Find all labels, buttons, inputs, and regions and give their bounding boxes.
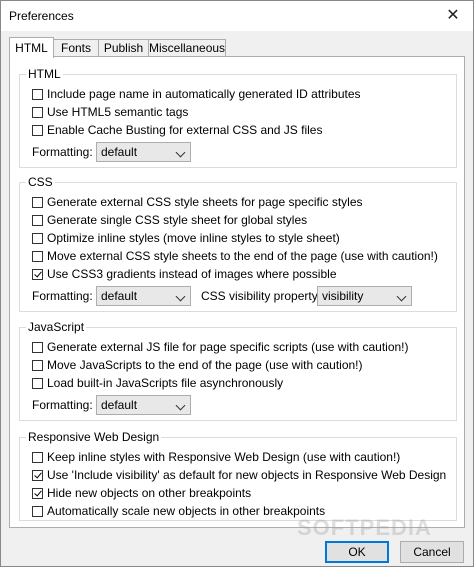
option-keep-inline-styles-rwd[interactable]: Keep inline styles with Responsive Web D… xyxy=(32,449,400,465)
html-tab-panel: HTML Include page name in automatically … xyxy=(9,56,465,528)
option-include-visibility-default[interactable]: Use 'Include visibility' as default for … xyxy=(32,467,446,483)
option-label: Move JavaScripts to the end of the page … xyxy=(47,358,363,372)
move-js-end-checkbox[interactable] xyxy=(32,359,43,371)
load-js-async-checkbox[interactable] xyxy=(32,377,43,389)
option-external-js[interactable]: Generate external JS file for page speci… xyxy=(32,339,409,355)
html-formatting-select[interactable]: default xyxy=(96,142,191,162)
option-label: Generate single CSS style sheet for glob… xyxy=(47,213,308,227)
js-formatting-label: Formatting: xyxy=(32,398,93,412)
option-optimize-inline-styles[interactable]: Optimize inline styles (move inline styl… xyxy=(32,230,340,246)
css-formatting-row: Formatting: default CSS visibility prope… xyxy=(32,285,412,307)
option-label: Keep inline styles with Responsive Web D… xyxy=(47,450,401,464)
auto-scale-objects-checkbox[interactable] xyxy=(32,505,43,517)
html5-semantic-tags-checkbox[interactable] xyxy=(32,106,43,118)
html-group: HTML Include page name in automatically … xyxy=(19,67,457,168)
js-formatting-row: Formatting: default xyxy=(32,394,191,416)
option-external-css-page[interactable]: Generate external CSS style sheets for p… xyxy=(32,194,363,210)
select-value: default xyxy=(101,398,138,412)
single-css-global-checkbox[interactable] xyxy=(32,214,43,226)
chevron-down-icon xyxy=(175,400,186,411)
select-value: visibility xyxy=(322,289,364,303)
external-js-checkbox[interactable] xyxy=(32,341,43,353)
cache-busting-checkbox[interactable] xyxy=(32,124,43,136)
close-icon[interactable]: ✕ xyxy=(441,4,465,28)
window-title: Preferences xyxy=(9,9,74,23)
css-visibility-select[interactable]: visibility xyxy=(317,286,412,306)
tab-miscellaneous[interactable]: Miscellaneous xyxy=(148,39,226,56)
ok-button[interactable]: OK xyxy=(325,541,389,563)
softpedia-watermark: SOFTPEDIA xyxy=(297,515,432,540)
html-formatting-row: Formatting: default xyxy=(32,141,191,163)
option-single-css-global[interactable]: Generate single CSS style sheet for glob… xyxy=(32,212,307,228)
option-label: Use HTML5 semantic tags xyxy=(47,105,189,119)
js-formatting-select[interactable]: default xyxy=(96,395,191,415)
option-label: Automatically scale new objects in other… xyxy=(47,504,326,518)
option-html5-semantic-tags[interactable]: Use HTML5 semantic tags xyxy=(32,104,188,120)
tab-fonts[interactable]: Fonts xyxy=(53,39,99,56)
javascript-group-title: JavaScript xyxy=(26,320,87,334)
include-page-name-checkbox[interactable] xyxy=(32,88,43,100)
select-value: default xyxy=(101,145,138,159)
chevron-down-icon xyxy=(175,291,186,302)
select-value: default xyxy=(101,289,138,303)
css-group: CSS Generate external CSS style sheets f… xyxy=(19,175,457,312)
cancel-button[interactable]: Cancel xyxy=(400,541,464,563)
option-hide-new-objects[interactable]: Hide new objects on other breakpoints xyxy=(32,485,251,501)
tab-publish[interactable]: Publish xyxy=(98,39,149,56)
option-css3-gradients[interactable]: Use CSS3 gradients instead of images whe… xyxy=(32,266,337,282)
option-label: Use CSS3 gradients instead of images whe… xyxy=(47,267,337,281)
css-group-title: CSS xyxy=(26,175,55,189)
optimize-inline-styles-checkbox[interactable] xyxy=(32,232,43,244)
move-css-end-checkbox[interactable] xyxy=(32,250,43,262)
javascript-group: JavaScript Generate external JS file for… xyxy=(19,320,457,421)
option-auto-scale-objects[interactable]: Automatically scale new objects in other… xyxy=(32,503,325,519)
option-label: Move external CSS style sheets to the en… xyxy=(47,249,438,263)
option-label: Enable Cache Busting for external CSS an… xyxy=(47,123,323,137)
option-label: Use 'Include visibility' as default for … xyxy=(47,468,447,482)
option-move-css-end[interactable]: Move external CSS style sheets to the en… xyxy=(32,248,438,264)
css-visibility-label: CSS visibility property: xyxy=(201,289,322,303)
keep-inline-styles-rwd-checkbox[interactable] xyxy=(32,451,43,463)
option-label: Load built-in JavaScripts file asynchron… xyxy=(47,376,284,390)
html-formatting-label: Formatting: xyxy=(32,145,93,159)
chevron-down-icon xyxy=(396,291,407,302)
include-visibility-default-checkbox[interactable] xyxy=(32,469,43,481)
tab-html[interactable]: HTML xyxy=(9,37,54,58)
css-formatting-label: Formatting: xyxy=(32,289,93,303)
html-group-title: HTML xyxy=(26,67,63,81)
css3-gradients-checkbox[interactable] xyxy=(32,268,43,280)
hide-new-objects-checkbox[interactable] xyxy=(32,487,43,499)
option-include-page-name[interactable]: Include page name in automatically gener… xyxy=(32,86,361,102)
option-label: Generate external CSS style sheets for p… xyxy=(47,195,363,209)
option-move-js-end[interactable]: Move JavaScripts to the end of the page … xyxy=(32,357,363,373)
rwd-group-title: Responsive Web Design xyxy=(26,430,162,444)
option-load-js-async[interactable]: Load built-in JavaScripts file asynchron… xyxy=(32,375,283,391)
option-label: Generate external JS file for page speci… xyxy=(47,340,409,354)
preferences-dialog: Preferences ✕ HTML Fonts Publish Miscell… xyxy=(0,0,474,567)
chevron-down-icon xyxy=(175,147,186,158)
title-bar: Preferences ✕ xyxy=(1,1,473,31)
option-label: Optimize inline styles (move inline styl… xyxy=(47,231,340,245)
option-cache-busting[interactable]: Enable Cache Busting for external CSS an… xyxy=(32,122,322,138)
external-css-page-checkbox[interactable] xyxy=(32,196,43,208)
css-formatting-select[interactable]: default xyxy=(96,286,191,306)
responsive-web-design-group: Responsive Web Design Keep inline styles… xyxy=(19,430,457,521)
option-label: Hide new objects on other breakpoints xyxy=(47,486,252,500)
option-label: Include page name in automatically gener… xyxy=(47,87,361,101)
